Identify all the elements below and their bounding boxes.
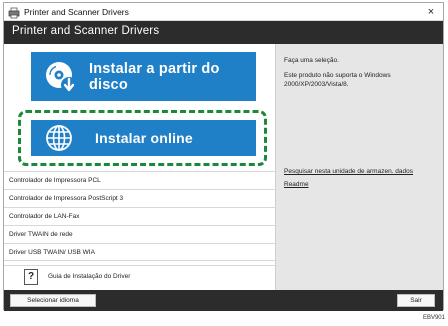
info-panel: Faça uma seleção. Este produto não supor… xyxy=(276,44,443,290)
driver-list: Controlador de Impressora PCL Controlado… xyxy=(4,171,276,261)
installer-window: Printer and Scanner Drivers × Printer an… xyxy=(3,2,444,311)
readme-link[interactable]: Readme xyxy=(284,181,309,188)
driver-item-pcl[interactable]: Controlador de Impressora PCL xyxy=(4,171,276,189)
help-icon: ? xyxy=(24,268,38,285)
left-panel: Instalar a partir do disco Instalar onli… xyxy=(4,44,276,290)
driver-item-twain-network[interactable]: Driver TWAIN de rede xyxy=(4,225,276,243)
install-online-button[interactable]: Instalar online xyxy=(31,120,256,156)
window-title: Printer and Scanner Drivers xyxy=(24,6,129,17)
figure-code: EBV901 xyxy=(422,315,445,321)
close-icon[interactable]: × xyxy=(424,5,438,19)
install-from-disk-button[interactable]: Instalar a partir do disco xyxy=(31,52,256,101)
install-from-disk-label: Instalar a partir do disco xyxy=(89,60,220,93)
disc-install-icon xyxy=(43,59,79,95)
info-select-prompt: Faça uma seleção. xyxy=(284,57,339,64)
install-guide-label: Guia de Instalação do Driver xyxy=(48,273,131,280)
install-guide-link[interactable]: ? Guia de Instalação do Driver xyxy=(4,265,276,287)
title-bar: Printer and Scanner Drivers × xyxy=(4,3,443,21)
header-band: Printer and Scanner Drivers xyxy=(4,21,443,44)
driver-item-lan-fax[interactable]: Controlador de LAN-Fax xyxy=(4,207,276,225)
info-os-support: Este produto não suporta o Windows 2000/… xyxy=(284,72,391,88)
footer-bar: Selecionar idioma Sair xyxy=(4,290,443,311)
globe-icon xyxy=(45,124,73,152)
info-text: Faça uma seleção. Este produto não supor… xyxy=(284,56,434,95)
printer-app-icon xyxy=(8,6,20,18)
driver-item-postscript[interactable]: Controlador de Impressora PostScript 3 xyxy=(4,189,276,207)
exit-button[interactable]: Sair xyxy=(397,294,435,307)
search-storage-link[interactable]: Pesquisar nesta unidade de armazen. dado… xyxy=(284,168,413,175)
driver-item-usb-twain[interactable]: Driver USB TWAIN/ USB WIA xyxy=(4,243,276,261)
install-online-label: Instalar online xyxy=(95,130,193,146)
page-title: Printer and Scanner Drivers xyxy=(12,25,160,37)
select-language-button[interactable]: Selecionar idioma xyxy=(10,294,96,307)
